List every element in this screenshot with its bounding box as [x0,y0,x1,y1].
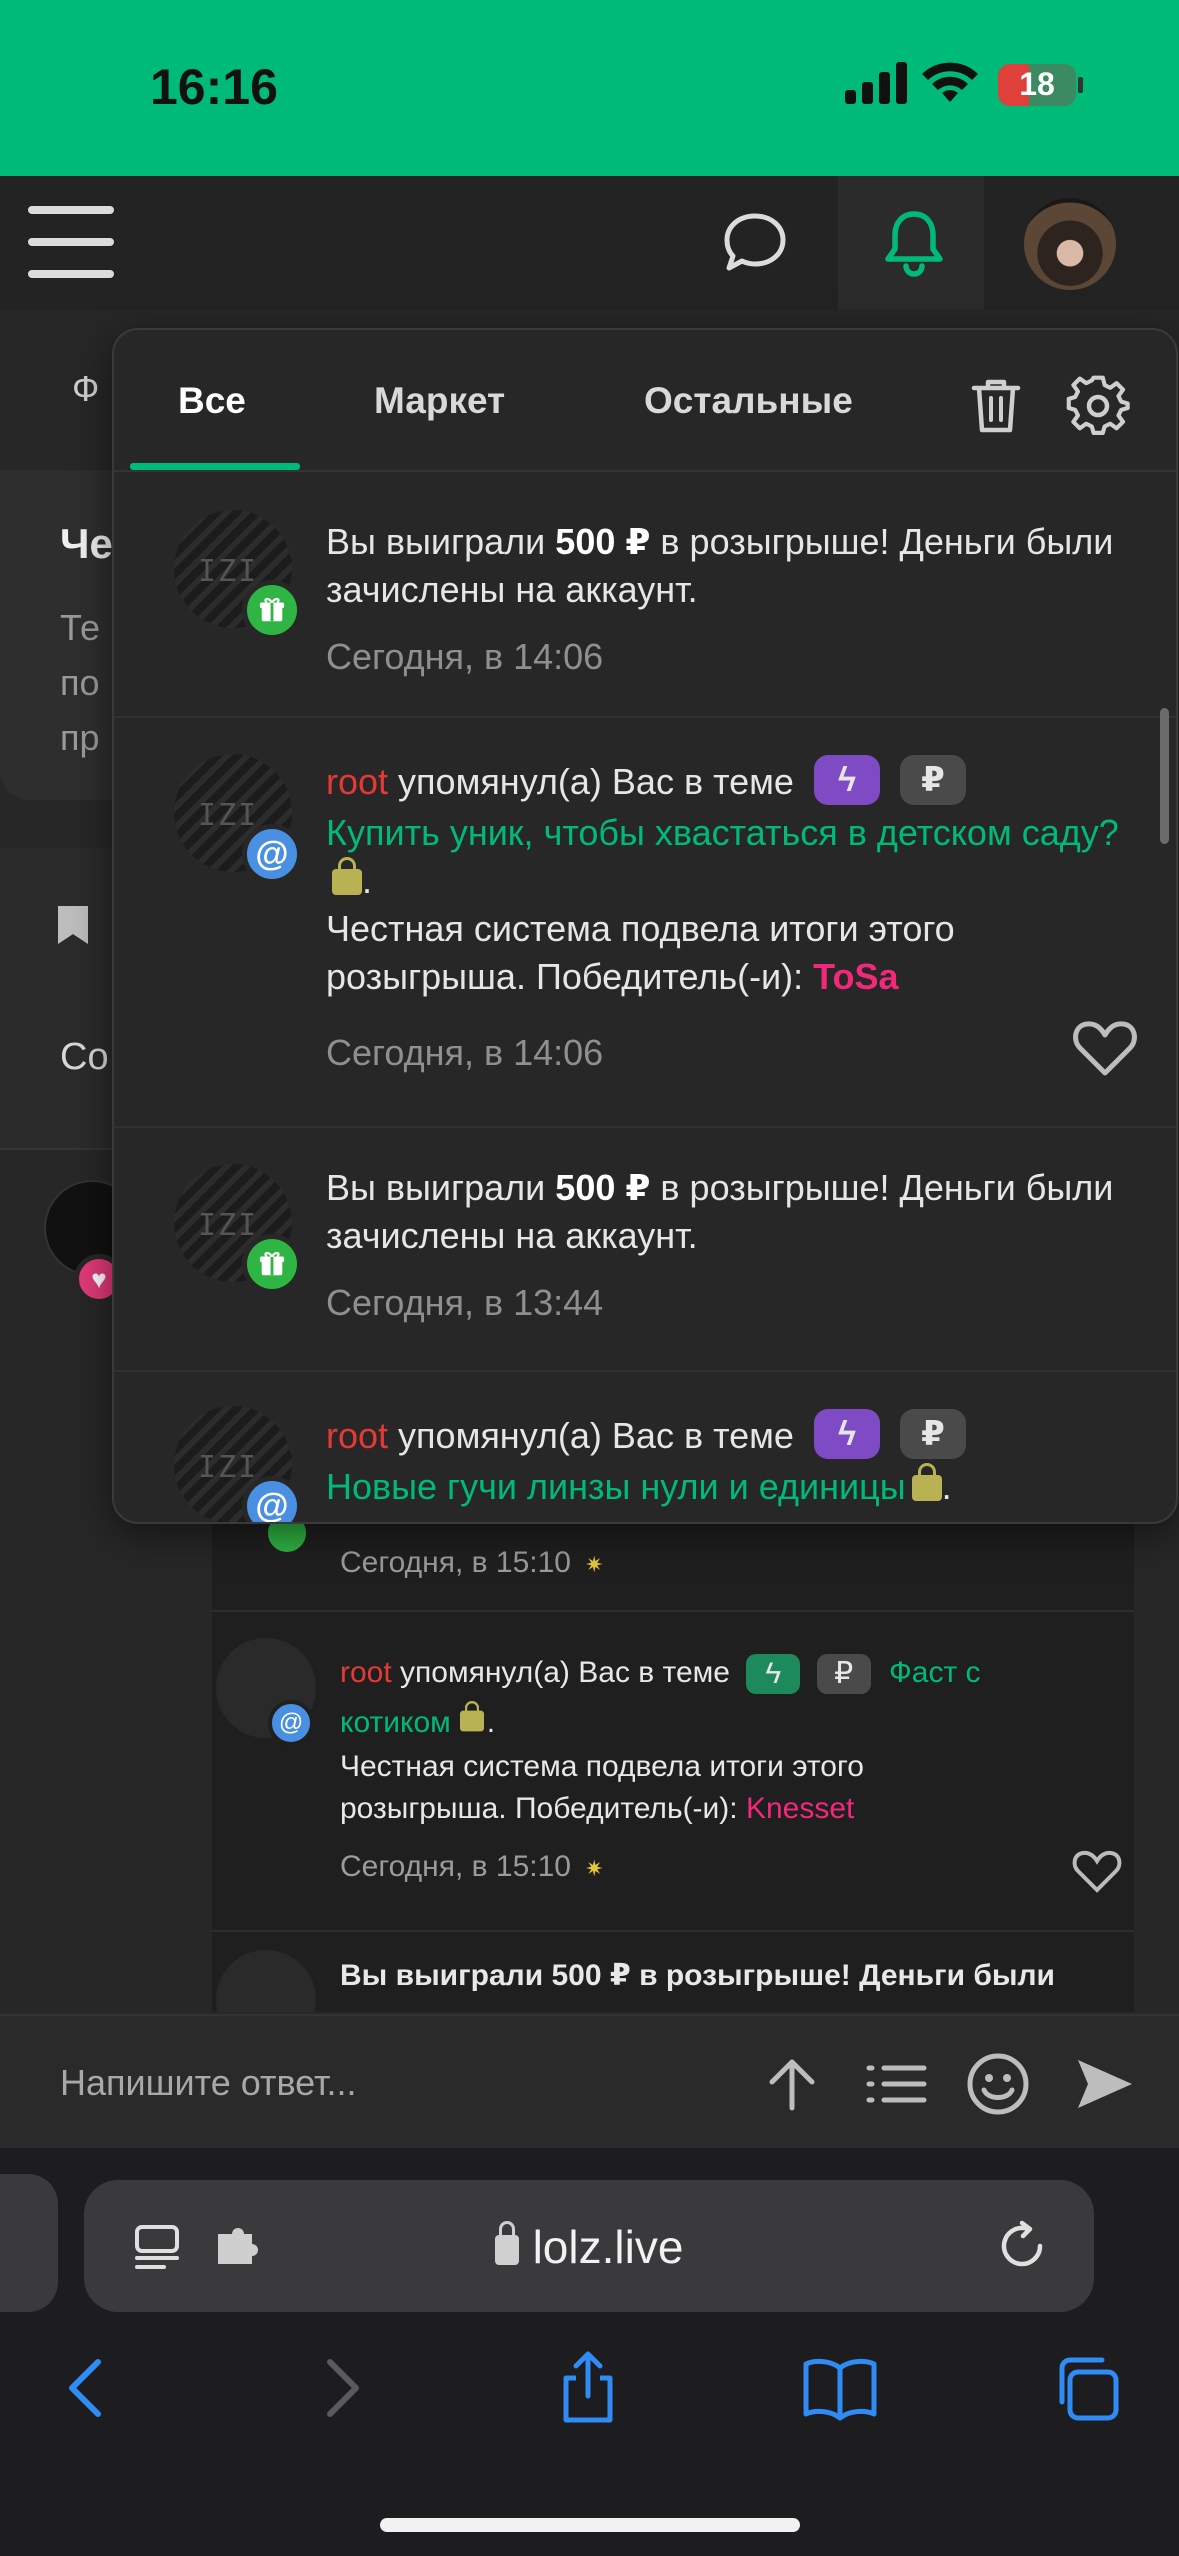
background-card-title: Че [60,520,113,567]
tabs-icon[interactable] [1048,2348,1128,2428]
bell-icon[interactable] [876,204,952,280]
embedded-time-1: Сегодня, в 15:10 ✷ [340,1546,604,1579]
ruble-badge-icon: ₽ [816,1654,871,1694]
signal-icon [845,62,907,104]
notification-item[interactable]: IZI @ root упомянул(а) Вас в теме ϟ ₽ Ку… [114,718,1176,1128]
battery-level: 18 [1019,66,1055,102]
share-icon[interactable] [548,2348,628,2428]
notification-text: root упомянул(а) Вас в теме ϟ ₽ Новые гу… [326,1409,1136,1511]
tab-other[interactable]: Остальные [644,380,853,422]
address-bar[interactable]: lolz.live [84,2180,1094,2312]
previous-tab-peek[interactable] [0,2174,58,2312]
notification-text: root упомянул(а) Вас в теме ϟ ₽ Купить у… [326,755,1136,1001]
hamburger-icon[interactable] [28,206,114,278]
ruble-badge-icon: ₽ [899,1409,966,1460]
trash-icon[interactable] [968,374,1024,436]
tab-all[interactable]: Все [178,380,246,422]
status-bar: 16:16 18 [0,0,1179,176]
mention-user-link[interactable]: root [326,761,388,802]
status-time: 16:16 [150,59,278,115]
gift-icon [242,580,302,640]
notification-item[interactable]: IZI @ root упомянул(а) Вас в теме ϟ ₽ Но… [114,1372,1176,1522]
notification-time: Сегодня, в 14:06 [326,636,604,677]
active-tab-indicator [130,463,300,470]
lock-icon [494,2221,519,2265]
background-tab-fragment: Ф [72,368,100,409]
mention-at-icon: @ [242,824,302,884]
site-header [0,176,1179,310]
back-icon[interactable] [48,2348,128,2428]
battery-icon: 18 [998,64,1076,106]
bolt-badge-icon: ϟ [813,755,880,806]
lock-icon [911,1463,942,1502]
gear-icon[interactable] [1066,374,1130,438]
notification-text: Вы выиграли 500 ₽ в розыгрыше! Деньги бы… [326,1167,1114,1256]
winner-link[interactable]: ToSa [813,956,898,997]
user-avatar[interactable] [1024,198,1116,290]
url-text[interactable]: lolz.live [84,2220,1094,2274]
background-row-fragment: Со [60,1036,109,1078]
arrow-up-icon[interactable] [760,2052,824,2116]
like-heart-icon [1072,1850,1122,1893]
list-icon[interactable] [864,2052,928,2116]
bolt-badge-icon: ϟ [746,1654,801,1694]
like-heart-icon[interactable] [1072,1018,1138,1078]
notification-item[interactable]: IZI Вы выиграли 500 ₽ в розыгрыше! Деньг… [114,1128,1176,1372]
bolt-badge-icon: ϟ [813,1409,880,1460]
browser-toolbar: lolz.live [0,2148,1179,2556]
notification-tabs: Все Маркет Остальные [114,330,1176,472]
reply-input[interactable]: Напишите ответ... [60,2062,357,2104]
post-embedded-image: Сегодня, в 15:10 ✷ @ root упомянул(а) Вас… [212,1510,1134,2012]
ruble-badge-icon: ₽ [899,755,966,806]
thread-link[interactable]: Купить уник, чтобы хвастаться в детском … [326,812,1119,853]
wifi-icon [922,62,978,102]
emoji-icon[interactable] [966,2052,1030,2116]
at-badge-icon: @ [268,1700,314,1746]
popup-scrollbar[interactable] [1160,708,1169,844]
tab-market[interactable]: Маркет [374,380,505,422]
reply-bar: Напишите ответ... [0,2014,1179,2148]
send-icon[interactable] [1072,2052,1136,2116]
chat-bubble-icon[interactable] [720,208,790,278]
forward-icon[interactable] [300,2348,380,2428]
bookmarks-icon[interactable] [800,2348,880,2428]
reload-icon[interactable] [996,2220,1048,2272]
notification-text: Вы выиграли 500 ₽ в розыгрыше! Деньги бы… [326,521,1114,610]
thread-link[interactable]: Новые гучи линзы нули и единицы [326,1466,906,1507]
notification-time: Сегодня, в 13:44 [326,1282,604,1323]
mention-at-icon: @ [242,1476,302,1522]
notifications-popup: Все Маркет Остальные IZI Вы выиграли 500… [112,328,1178,1524]
notification-item[interactable]: IZI Вы выиграли 500 ₽ в розыгрыше! Деньг… [114,472,1176,718]
lock-icon [332,857,362,896]
gift-icon [242,1234,302,1294]
embedded-mention-line: root упомянул(а) Вас в теме ϟ ₽ Фаст с [340,1654,981,1694]
home-indicator [380,2518,800,2532]
mention-user-link[interactable]: root [326,1415,388,1456]
notification-time: Сегодня, в 14:06 [326,1032,604,1073]
